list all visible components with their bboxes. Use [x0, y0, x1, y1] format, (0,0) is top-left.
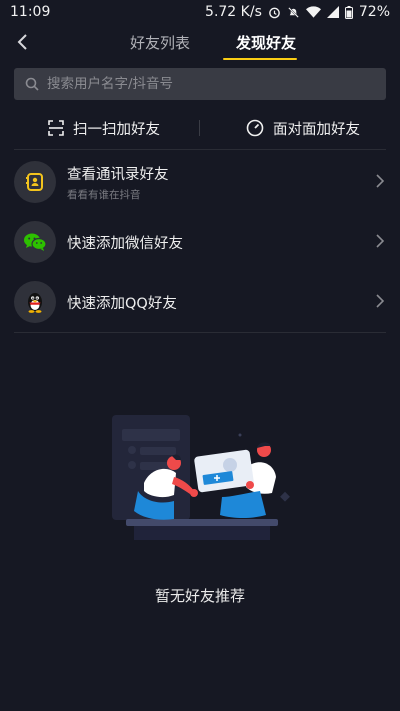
list-item-title: 快速添加QQ好友	[67, 295, 177, 312]
gauge-icon	[246, 119, 264, 137]
network-speed: 5.72 K/s	[205, 4, 262, 20]
add-friend-options: 查看通讯录好友 看看有谁在抖音 快速添加微信好友 快速添加QQ好友	[14, 152, 386, 333]
back-button[interactable]	[12, 30, 32, 54]
list-item-qq[interactable]: 快速添加QQ好友	[14, 272, 386, 333]
face-to-face-button[interactable]: 面对面加好友	[246, 106, 360, 150]
list-item-contacts[interactable]: 查看通讯录好友 看看有谁在抖音	[14, 152, 386, 212]
chevron-right-icon	[376, 294, 384, 308]
tab-friend-list[interactable]: 好友列表	[130, 32, 190, 53]
list-item-title: 快速添加微信好友	[67, 235, 183, 252]
cell-signal-icon	[326, 6, 339, 18]
status-time: 11:09	[10, 4, 51, 20]
mute-bell-icon	[287, 6, 300, 19]
battery-level: 72%	[358, 4, 390, 20]
face-to-face-label: 面对面加好友	[273, 121, 360, 138]
top-navigation: 好友列表 发现好友	[0, 24, 400, 60]
active-tab-indicator	[223, 58, 297, 60]
empty-state-illustration	[112, 415, 290, 540]
wechat-icon	[14, 221, 56, 263]
battery-icon	[344, 5, 353, 19]
scan-add-friend-button[interactable]: 扫一扫加好友	[48, 106, 160, 150]
divider	[199, 120, 200, 136]
list-item-wechat[interactable]: 快速添加微信好友	[14, 212, 386, 272]
empty-state-text: 暂无好友推荐	[154, 587, 245, 605]
quick-actions: 扫一扫加好友 面对面加好友	[14, 106, 386, 150]
qq-penguin-icon	[14, 281, 56, 323]
list-item-subtitle: 看看有谁在抖音	[67, 188, 141, 201]
search-input[interactable]	[45, 75, 369, 93]
scan-label: 扫一扫加好友	[73, 121, 160, 138]
chevron-left-icon	[17, 34, 27, 50]
scan-icon	[48, 120, 64, 136]
wifi-icon	[305, 6, 321, 18]
alarm-icon	[268, 6, 281, 19]
list-item-title: 查看通讯录好友	[67, 166, 169, 183]
chevron-right-icon	[376, 174, 384, 188]
status-icons: 5.72 K/s 72%	[205, 4, 390, 20]
contacts-icon	[14, 161, 56, 203]
tab-discover-friends[interactable]: 发现好友	[236, 32, 296, 53]
search-bar[interactable]	[14, 68, 386, 100]
status-bar: 11:09 5.72 K/s 72%	[0, 0, 400, 24]
search-icon	[25, 77, 39, 91]
chevron-right-icon	[376, 234, 384, 248]
